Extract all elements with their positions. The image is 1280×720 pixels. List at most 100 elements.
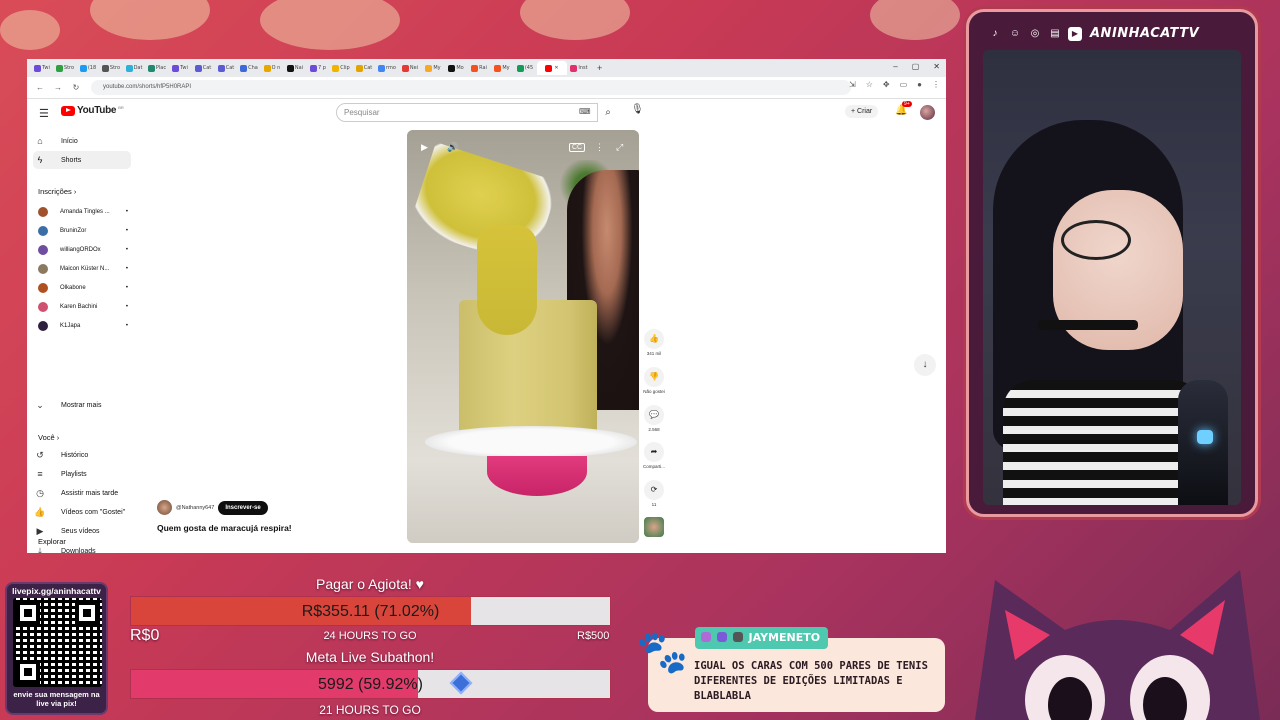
profile-icon[interactable]: ● xyxy=(917,80,922,89)
more-options-icon[interactable]: ⋮ xyxy=(595,142,604,153)
browser-menu-icon[interactable]: ⋮ xyxy=(932,80,940,89)
subscription-item[interactable]: Amanda Tingles ... • xyxy=(38,204,128,220)
browser-tab[interactable]: Stro xyxy=(100,61,122,75)
livepix-qr-panel: livepix.gg/aninhacattv envie sua mensage… xyxy=(5,582,108,715)
browser-tab[interactable]: Nei xyxy=(399,61,421,75)
menu-icon[interactable]: ☰ xyxy=(39,107,49,120)
browser-tab[interactable]: Clip xyxy=(330,61,352,75)
share-button[interactable]: ➦ Comparti... xyxy=(639,442,669,469)
tab-favicon-icon xyxy=(240,64,248,72)
bookmark-star-icon[interactable]: ☆ xyxy=(866,80,873,89)
livepix-url: livepix.gg/aninhacattv xyxy=(12,586,101,596)
channel-avatar[interactable] xyxy=(157,500,172,515)
keyboard-icon[interactable]: ⌨ xyxy=(579,107,591,116)
browser-tab[interactable]: (45 xyxy=(514,61,536,75)
search-icon[interactable]: ⌕ xyxy=(598,103,618,122)
minimize-button[interactable]: – xyxy=(893,62,897,71)
sidebar-item-shorts[interactable]: ϟ Shorts xyxy=(33,151,131,169)
subscription-item[interactable]: Olkabone • xyxy=(38,280,128,296)
sidebar-item-you[interactable]: ↺ Histórico xyxy=(33,446,131,464)
browser-tab[interactable]: O n xyxy=(261,61,283,75)
goal2-progress-label: 5992 (59.92%) xyxy=(318,676,423,693)
youtube-play-icon xyxy=(61,105,75,116)
dislike-label: Não gostei xyxy=(643,389,665,394)
subscription-item[interactable]: BruninZor • xyxy=(38,223,128,239)
sidebar-item-show-more[interactable]: ⌄ Mostrar mais xyxy=(33,396,131,414)
captions-icon[interactable]: CC xyxy=(569,143,586,152)
subscription-name: Maicon Küster N... xyxy=(60,266,110,272)
extensions-icon[interactable]: ✥ xyxy=(883,80,890,89)
fullscreen-icon[interactable]: ⤢ xyxy=(616,142,623,153)
url-field[interactable]: youtube.com/shorts/hfP5H0RAPI xyxy=(91,80,851,95)
browser-tab[interactable]: Dat xyxy=(123,61,145,75)
browser-tab[interactable]: My xyxy=(491,61,513,75)
short-video-player[interactable]: ▶ 🔊 CC ⋮ ⤢ xyxy=(407,130,639,543)
reload-icon[interactable]: ↻ xyxy=(71,83,81,92)
browser-tab[interactable]: Twi xyxy=(169,61,191,75)
new-tab-button[interactable]: + xyxy=(597,63,602,73)
play-icon[interactable]: ▶ xyxy=(421,142,428,153)
channel-handle[interactable]: @Nathanny647 xyxy=(176,505,214,511)
close-window-button[interactable]: ✕ xyxy=(933,62,940,71)
you-header-label: Você xyxy=(38,433,55,442)
sidebar-item-you[interactable]: ≡ Playlists xyxy=(33,465,131,483)
sidebar-item-you[interactable]: 👍 Vídeos com "Gostei" xyxy=(33,504,131,522)
channel-thumb-button[interactable] xyxy=(639,517,669,537)
you-header[interactable]: Você › xyxy=(38,433,59,442)
tab-label: Clip xyxy=(340,65,350,71)
browser-tab[interactable]: Cat xyxy=(353,61,375,75)
browser-tab[interactable]: rmo xyxy=(376,61,398,75)
tab-favicon-icon xyxy=(310,64,318,72)
next-short-button[interactable]: ↓ xyxy=(914,354,936,376)
forward-icon[interactable]: → xyxy=(53,83,63,92)
subscriptions-header[interactable]: Inscrições › xyxy=(38,187,76,196)
volume-icon[interactable]: 🔊 xyxy=(447,142,458,153)
badge-icon xyxy=(716,632,727,642)
subscription-item[interactable]: williangORDOx • xyxy=(38,242,128,258)
avatar[interactable] xyxy=(920,105,935,120)
browser-tab[interactable]: Cat xyxy=(215,61,237,75)
browser-tab[interactable]: Inst xyxy=(568,61,590,75)
browser-tab[interactable]: Nai xyxy=(284,61,306,75)
like-button[interactable]: 👍 341 mil xyxy=(639,329,669,356)
instagram-icon: ◎ xyxy=(1030,27,1040,39)
subscription-item[interactable]: Karen Bachini • xyxy=(38,299,128,315)
sidebar-icon[interactable]: ▭ xyxy=(900,80,908,89)
create-label: Criar xyxy=(857,108,873,115)
create-button[interactable]: + Criar xyxy=(845,105,879,118)
subscription-name: williangORDOx xyxy=(60,247,101,253)
search-input[interactable]: Pesquisar xyxy=(336,103,598,122)
browser-tab[interactable]: Stro xyxy=(54,61,76,75)
browser-tab[interactable]: Twi xyxy=(31,61,53,75)
dislike-button[interactable]: 👎 Não gostei xyxy=(639,367,669,394)
browser-tab[interactable]: My xyxy=(422,61,444,75)
browser-tab[interactable]: Plac xyxy=(146,61,168,75)
browser-tab[interactable]: Mo xyxy=(445,61,467,75)
install-icon[interactable]: ⇲ xyxy=(849,80,856,89)
sidebar-item-label: Downloads xyxy=(61,547,96,554)
browser-tab[interactable]: 7 p xyxy=(307,61,329,75)
browser-tab[interactable]: (18 xyxy=(77,61,99,75)
microphone-icon[interactable]: 🎙 xyxy=(631,104,644,115)
subscriptions-header-label: Inscrições xyxy=(38,187,72,196)
back-icon[interactable]: ← xyxy=(35,83,45,92)
browser-tab[interactable]: Cat xyxy=(192,61,214,75)
close-tab-icon[interactable]: ✕ xyxy=(554,65,558,71)
browser-tab[interactable]: Rai xyxy=(468,61,490,75)
goal1-title: Pagar o Agiota! ♥ xyxy=(316,576,424,592)
tab-label: O n xyxy=(271,65,281,71)
sidebar-item-you[interactable]: ◷ Assistir mais tarde xyxy=(33,484,131,502)
short-caption[interactable]: Quem gosta de maracujá respira! xyxy=(157,523,292,533)
sidebar-item-home[interactable]: ⌂ Início xyxy=(33,132,131,150)
browser-tab[interactable]: ✕ xyxy=(537,61,567,75)
comments-button[interactable]: 💬 2.568 xyxy=(639,405,669,432)
subscribe-button[interactable]: Inscrever-se xyxy=(218,500,268,515)
maximize-button[interactable]: ▢ xyxy=(912,62,920,71)
live-dot-icon: • xyxy=(125,247,128,253)
remix-button[interactable]: ⟳ 11 xyxy=(639,480,669,507)
subscription-item[interactable]: K1Japa • xyxy=(38,318,128,334)
subscription-item[interactable]: Maicon Küster N... • xyxy=(38,261,128,277)
browser-tab[interactable]: Cha xyxy=(238,61,260,75)
goal1-time: 24 HOURS TO GO xyxy=(323,630,417,642)
youtube-logo[interactable]: YouTube BR xyxy=(61,105,124,116)
